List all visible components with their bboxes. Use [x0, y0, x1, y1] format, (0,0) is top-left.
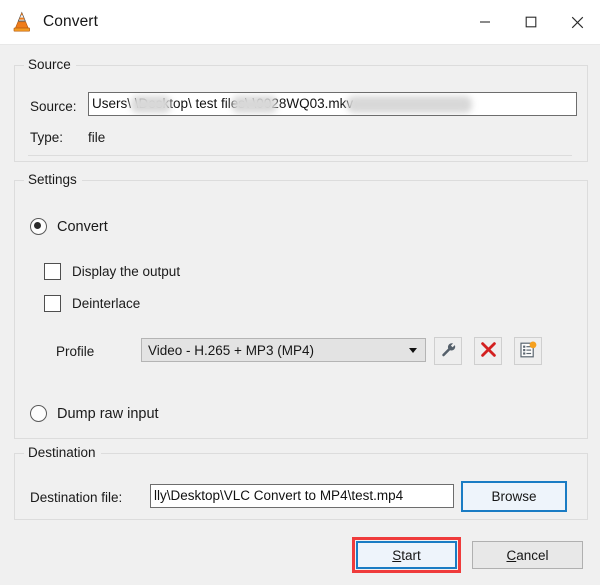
- title-bar: Convert: [0, 0, 600, 44]
- vlc-cone-icon: [10, 10, 34, 34]
- profile-select[interactable]: Video - H.265 + MP3 (MP4): [141, 338, 426, 362]
- close-icon[interactable]: [554, 0, 600, 44]
- destination-file-input[interactable]: lly\Desktop\VLC Convert to MP4\test.mp4: [150, 484, 454, 508]
- red-x-icon: [480, 341, 497, 361]
- profile-label: Profile: [56, 344, 95, 359]
- destination-file-label: Destination file:: [30, 490, 123, 505]
- deinterlace-checkbox[interactable]: [44, 295, 61, 312]
- convert-radio-label: Convert: [57, 218, 108, 235]
- source-group-label: Source: [24, 57, 76, 72]
- minimize-icon[interactable]: [462, 0, 508, 44]
- deinterlace-option[interactable]: Deinterlace: [44, 295, 140, 312]
- profile-selected-value: Video - H.265 + MP3 (MP4): [148, 342, 314, 358]
- source-path-value: Users\ \Desktop\ test files\ \0028WQ03.m…: [92, 96, 354, 111]
- destination-group-label: Destination: [24, 445, 101, 460]
- start-button-label: Start: [392, 547, 421, 563]
- delete-profile-button[interactable]: [474, 337, 502, 365]
- dump-raw-input-option[interactable]: Dump raw input: [30, 405, 159, 422]
- deinterlace-label: Deinterlace: [72, 296, 141, 311]
- type-label: Type:: [30, 130, 64, 145]
- settings-group-label: Settings: [24, 172, 82, 187]
- browse-button[interactable]: Browse: [461, 481, 567, 512]
- redaction-blur-3: [347, 96, 472, 113]
- browse-button-label: Browse: [491, 489, 537, 504]
- titlebar-separator: [0, 44, 600, 45]
- chevron-down-icon: [409, 347, 417, 353]
- display-output-checkbox[interactable]: [44, 263, 61, 280]
- window-controls: [462, 0, 600, 44]
- display-output-option[interactable]: Display the output: [44, 263, 180, 280]
- destination-file-value: lly\Desktop\VLC Convert to MP4\test.mp4: [154, 488, 404, 503]
- cancel-button[interactable]: Cancel: [472, 541, 583, 569]
- convert-radio-option[interactable]: Convert: [30, 218, 108, 235]
- new-profile-button[interactable]: [514, 337, 542, 365]
- edit-profile-button[interactable]: [434, 337, 462, 365]
- cancel-button-label: Cancel: [506, 547, 549, 563]
- dump-raw-radio-button[interactable]: [30, 405, 47, 422]
- source-label: Source:: [30, 99, 77, 114]
- convert-radio-button[interactable]: [30, 218, 47, 235]
- window-title: Convert: [43, 13, 98, 30]
- start-button[interactable]: Start: [356, 541, 457, 569]
- new-profile-icon: [519, 341, 537, 362]
- wrench-icon: [440, 341, 457, 361]
- source-divider: [28, 155, 572, 156]
- display-output-label: Display the output: [72, 264, 181, 279]
- type-value: file: [88, 130, 106, 145]
- dump-raw-label: Dump raw input: [57, 405, 159, 422]
- maximize-icon[interactable]: [508, 0, 554, 44]
- source-path-input[interactable]: Users\ \Desktop\ test files\ \0028WQ03.m…: [88, 92, 577, 116]
